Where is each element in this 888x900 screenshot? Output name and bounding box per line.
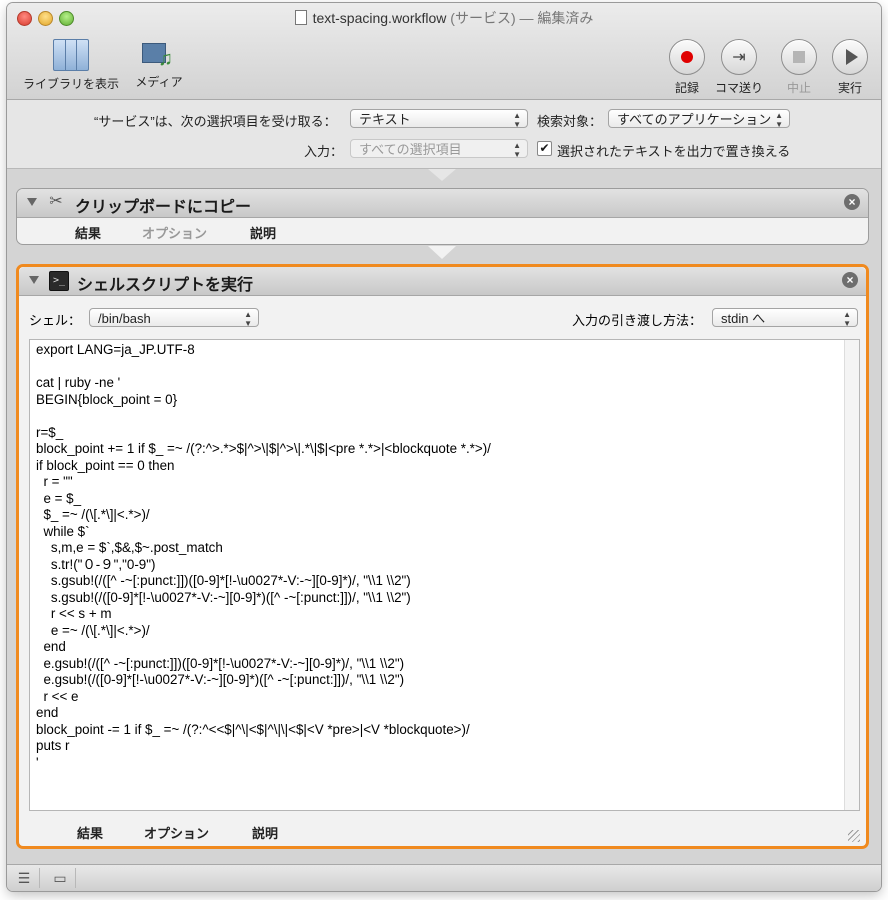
input-value: すべての選択項目 <box>359 142 462 157</box>
search-target-popup[interactable]: すべてのアプリケーション ▲ ▼ <box>608 109 790 129</box>
terminal-icon: >_ <box>49 271 69 291</box>
workflow-window: text-spacing.workflow (サービス) — 編集済み ライブラ… <box>7 3 881 891</box>
action-header: ✂ クリップボードにコピー × <box>17 189 868 218</box>
receives-value: テキスト <box>359 112 411 127</box>
tab-results[interactable]: 結果 <box>77 823 103 842</box>
popup-arrows-icon: ▲ ▼ <box>843 310 851 328</box>
script-text[interactable]: export LANG=ja_JP.UTF-8 cat | ruby -ne '… <box>30 340 859 771</box>
replace-text-label: 選択されたテキストを出力で置き換える <box>557 144 791 159</box>
play-icon <box>832 39 868 75</box>
action-copy-to-clipboard[interactable]: ✂ クリップボードにコピー × 結果 オプション 説明 <box>16 188 869 245</box>
action-title: シェルスクリプトを実行 <box>77 277 254 294</box>
tab-description[interactable]: 説明 <box>252 823 278 842</box>
window-filename: text-spacing.workflow <box>312 10 447 26</box>
replace-text-checkbox[interactable]: ✔ <box>537 141 552 156</box>
tab-results[interactable]: 結果 <box>75 223 101 242</box>
library-icon <box>53 39 89 71</box>
pass-input-label: 入力の引き渡し方法： <box>572 313 703 328</box>
action-tabs: 結果 オプション 説明 <box>17 220 868 242</box>
record-icon <box>669 39 705 75</box>
popup-arrows-icon: ▲ ▼ <box>775 111 783 129</box>
shell-label: シェル： <box>29 313 82 328</box>
remove-action-button[interactable]: × <box>842 272 858 288</box>
search-target-value: すべてのアプリケーション <box>617 112 772 127</box>
window-kind: (サービス) <box>450 10 516 26</box>
connector-arrow <box>428 246 456 259</box>
stop-label: 中止 <box>786 81 811 95</box>
popup-arrows-icon: ▲ ▼ <box>513 111 521 129</box>
resize-handle-icon[interactable] <box>848 830 860 842</box>
connector-arrow <box>428 169 456 181</box>
popup-arrows-icon: ▲ ▼ <box>513 141 521 159</box>
record-label: 記録 <box>674 81 699 95</box>
media-label: メディア <box>135 75 183 89</box>
pass-input-value: stdin へ <box>721 311 766 326</box>
pass-input-popup[interactable]: stdin へ ▲ ▼ <box>712 308 858 328</box>
show-library-label: ライブラリを表示 <box>22 77 119 91</box>
title-bar: text-spacing.workflow (サービス) — 編集済み ライブラ… <box>7 3 881 100</box>
status-bar: ☰ ▭ <box>7 864 881 891</box>
media-icon: ♫ <box>142 39 176 69</box>
step-icon: ⇥ <box>721 39 757 75</box>
media-button[interactable]: ♫ メディア <box>128 39 190 90</box>
run-label: 実行 <box>837 81 862 95</box>
tab-options[interactable]: オプション <box>144 823 209 842</box>
search-label: 検索対象： <box>537 114 603 129</box>
tab-description[interactable]: 説明 <box>250 223 276 242</box>
step-button[interactable]: ⇥ コマ送り <box>712 39 766 96</box>
shell-popup[interactable]: /bin/bash ▲ ▼ <box>89 308 259 328</box>
show-library-button[interactable]: ライブラリを表示 <box>18 39 124 92</box>
disclosure-triangle-icon[interactable] <box>27 198 37 206</box>
stop-icon <box>781 39 817 75</box>
step-label: コマ送り <box>714 81 763 95</box>
record-button[interactable]: 記録 <box>667 39 707 96</box>
action-run-shell-script[interactable]: >_ シェルスクリプトを実行 × シェル： /bin/bash ▲ ▼ 入力の引き… <box>16 264 869 849</box>
receives-label: “サービス”は、次の選択項目を受け取る： <box>94 114 337 129</box>
window-state: — 編集済み <box>519 10 594 26</box>
action-header: >_ シェルスクリプトを実行 × <box>19 267 866 296</box>
tab-options[interactable]: オプション <box>142 223 207 242</box>
remove-action-button[interactable]: × <box>844 194 860 210</box>
script-scrollbar[interactable] <box>844 340 859 810</box>
script-editor[interactable]: export LANG=ja_JP.UTF-8 cat | ruby -ne '… <box>29 339 860 811</box>
action-tabs: 結果 オプション 説明 <box>19 820 866 842</box>
action-title: クリップボードにコピー <box>75 199 252 216</box>
service-options-bar: “サービス”は、次の選択項目を受け取る： テキスト ▲ ▼ 検索対象： すべてのア… <box>7 100 881 169</box>
input-label: 入力： <box>304 144 344 159</box>
input-popup[interactable]: すべての選択項目 ▲ ▼ <box>350 139 528 159</box>
stop-button[interactable]: 中止 <box>779 39 819 96</box>
receives-popup[interactable]: テキスト ▲ ▼ <box>350 109 528 129</box>
popup-arrows-icon: ▲ ▼ <box>244 310 252 328</box>
disclosure-triangle-icon[interactable] <box>29 276 39 284</box>
window-title: text-spacing.workflow (サービス) — 編集済み <box>7 8 881 28</box>
workflow-area: ✂ クリップボードにコピー × 結果 オプション 説明 >_ シェルスクリプトを… <box>7 169 881 865</box>
tools-icon: ✂ <box>49 193 63 210</box>
document-icon <box>294 10 307 25</box>
list-view-icon[interactable]: ☰ <box>9 868 40 888</box>
shell-value: /bin/bash <box>98 311 151 326</box>
variables-view-icon[interactable]: ▭ <box>45 868 76 888</box>
run-button[interactable]: 実行 <box>830 39 870 96</box>
